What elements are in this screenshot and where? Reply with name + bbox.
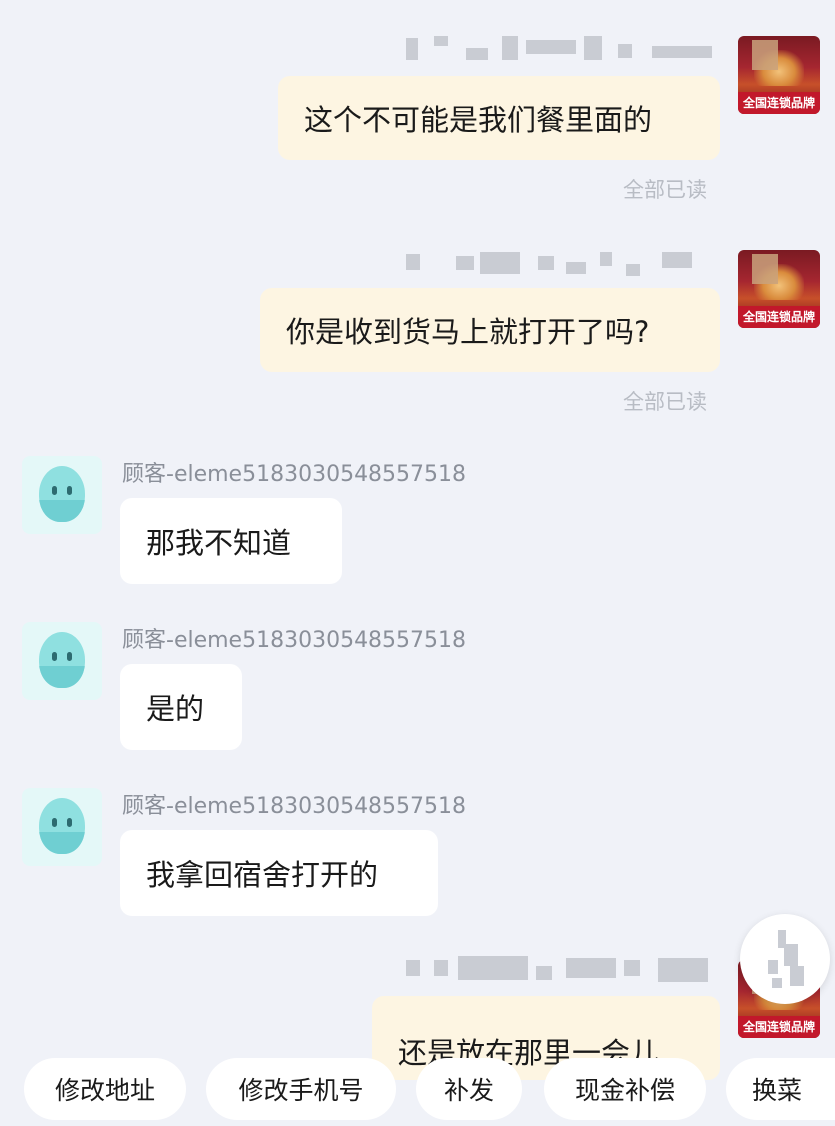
message-bubble-outgoing[interactable]: 你是收到货马上就打开了吗? xyxy=(260,288,720,372)
merchant-name-blurred xyxy=(406,250,720,276)
read-status: 全部已读 xyxy=(623,178,707,202)
merchant-name-blurred xyxy=(406,36,720,62)
modify-phone-button[interactable]: 修改手机号 xyxy=(206,1058,396,1120)
message-text: 你是收到货马上就打开了吗? xyxy=(286,315,650,349)
sender-name: 顾客-eleme5183030548557518 xyxy=(122,628,467,653)
modify-address-button[interactable]: 修改地址 xyxy=(24,1058,186,1120)
message-bubble-incoming[interactable]: 是的 xyxy=(120,664,242,750)
sender-name: 顾客-eleme5183030548557518 xyxy=(122,462,467,487)
message-bubble-outgoing[interactable]: 这个不可能是我们餐里面的 xyxy=(278,76,720,160)
quick-action-bar: 修改地址 修改手机号 补发 现金补偿 换菜 xyxy=(0,1052,835,1126)
customer-avatar[interactable] xyxy=(22,456,102,534)
message-text: 是的 xyxy=(146,692,205,726)
message-text: 那我不知道 xyxy=(146,526,292,560)
change-dish-button[interactable]: 换菜 xyxy=(726,1058,835,1120)
merchant-name-blurred xyxy=(406,956,720,982)
message-text: 这个不可能是我们餐里面的 xyxy=(304,103,653,137)
sender-name: 顾客-eleme5183030548557518 xyxy=(122,794,467,819)
customer-avatar[interactable] xyxy=(22,788,102,866)
read-status: 全部已读 xyxy=(623,390,707,414)
floating-assist-button[interactable] xyxy=(740,914,830,1004)
cash-compensation-button[interactable]: 现金补偿 xyxy=(544,1058,706,1120)
brand-tag: 全国连锁品牌 xyxy=(738,92,820,114)
resend-button[interactable]: 补发 xyxy=(416,1058,522,1120)
chat-area[interactable]: 全国连锁品牌 这个不可能是我们餐里面的 全部已读 全国连锁品牌 你是收到货马上就… xyxy=(0,0,835,1126)
message-text: 我拿回宿舍打开的 xyxy=(146,858,379,892)
message-bubble-incoming[interactable]: 我拿回宿舍打开的 xyxy=(120,830,438,916)
customer-avatar[interactable] xyxy=(22,622,102,700)
brand-tag: 全国连锁品牌 xyxy=(738,306,820,328)
merchant-avatar[interactable]: 全国连锁品牌 xyxy=(738,250,820,328)
brand-tag: 全国连锁品牌 xyxy=(738,1016,820,1038)
message-bubble-incoming[interactable]: 那我不知道 xyxy=(120,498,342,584)
merchant-avatar[interactable]: 全国连锁品牌 xyxy=(738,36,820,114)
float-button-blurred-icon xyxy=(762,930,808,992)
